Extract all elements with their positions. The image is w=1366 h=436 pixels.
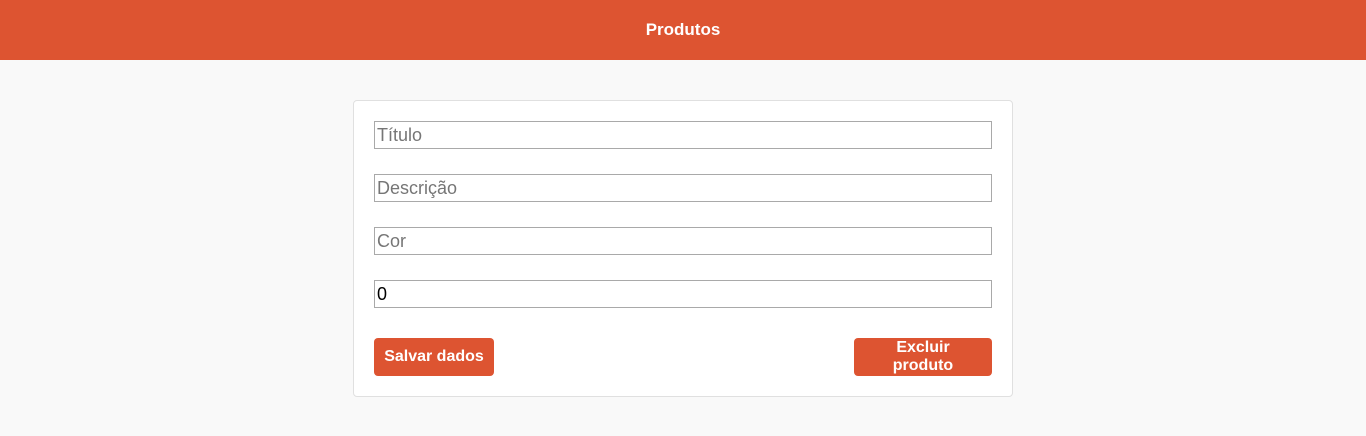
app-header: Produtos	[0, 0, 1366, 60]
product-form-card: Salvar dados Excluir produto	[353, 100, 1013, 397]
save-button[interactable]: Salvar dados	[374, 338, 494, 376]
title-input[interactable]	[374, 121, 992, 149]
description-input[interactable]	[374, 174, 992, 202]
delete-product-button[interactable]: Excluir produto	[854, 338, 992, 376]
color-input[interactable]	[374, 227, 992, 255]
price-input[interactable]	[374, 280, 992, 308]
page-title: Produtos	[645, 20, 721, 39]
